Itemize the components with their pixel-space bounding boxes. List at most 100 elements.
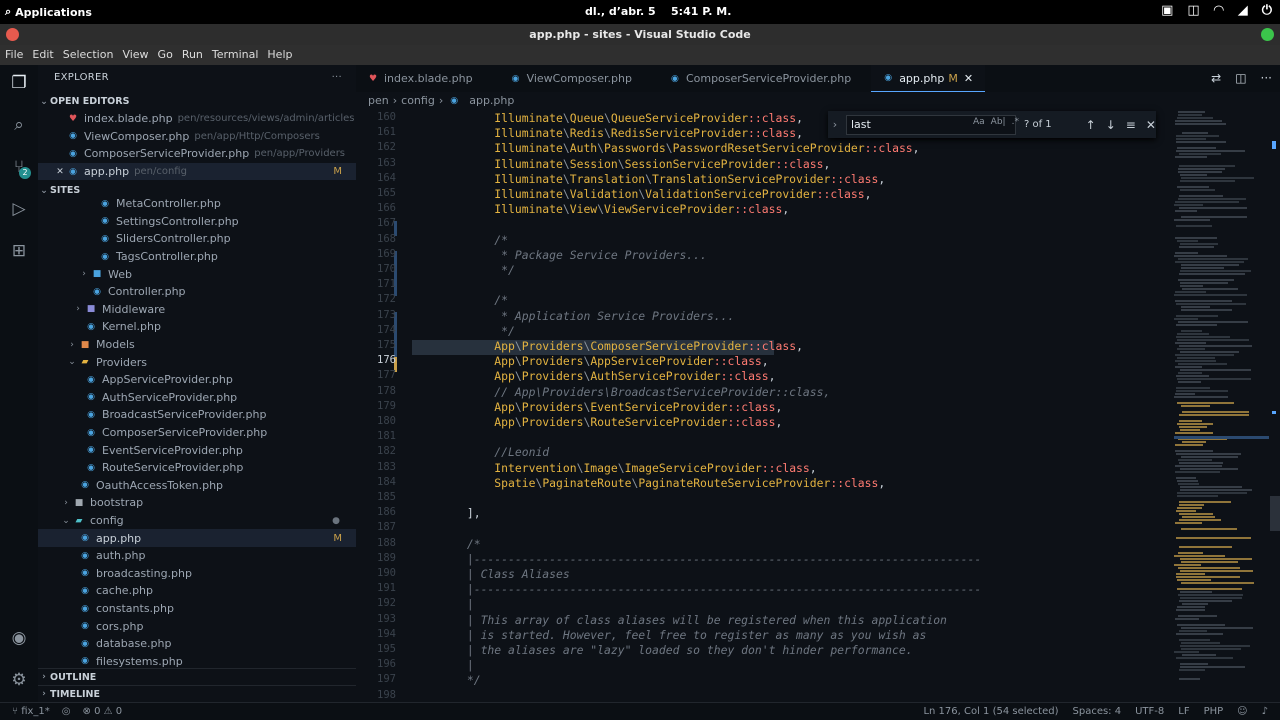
explorer-icon[interactable]: ❐: [9, 73, 29, 93]
tree-folder[interactable]: › ■ bootstrap: [38, 494, 356, 512]
breadcrumb-item[interactable]: app.php: [469, 94, 514, 107]
arrow-down-icon[interactable]: ↓: [1106, 118, 1116, 132]
search-icon[interactable]: ⌕: [9, 115, 29, 135]
cursor-position[interactable]: Ln 176, Col 1 (54 selected): [923, 706, 1058, 717]
tree-item[interactable]: ◉ Controller.php: [38, 283, 356, 301]
tree-item[interactable]: ◉ RouteServiceProvider.php: [38, 459, 356, 477]
window-close-button[interactable]: [6, 28, 19, 41]
open-editors-section[interactable]: ⌄ OPEN EDITORS: [38, 93, 356, 110]
tree-item-label: BroadcastServiceProvider.php: [102, 408, 267, 422]
close-icon[interactable]: ✕: [54, 167, 66, 177]
tab-composer-service-provider[interactable]: ◉ ComposerServiceProvider.php: [644, 65, 863, 92]
close-icon[interactable]: ✕: [964, 72, 973, 85]
code-line: | Class Aliases: [412, 567, 570, 581]
minimap-viewport[interactable]: [1174, 436, 1269, 439]
sync-icon[interactable]: ◎: [62, 706, 71, 717]
open-editor-item[interactable]: ♥ index.blade.php pen/resources/views/ad…: [38, 110, 356, 128]
tree-folder[interactable]: › ■ Middleware: [38, 301, 356, 319]
tree-item[interactable]: ◉ AuthServiceProvider.php: [38, 389, 356, 407]
tab-app-php[interactable]: ◉ app.php M ✕: [871, 65, 986, 92]
tree-item[interactable]: ◉ ComposerServiceProvider.php: [38, 424, 356, 442]
encoding[interactable]: UTF-8: [1135, 706, 1164, 717]
tree-folder[interactable]: ⌄ ▰ config ●: [38, 512, 356, 530]
language-mode[interactable]: PHP: [1204, 706, 1224, 717]
end-of-line[interactable]: LF: [1178, 706, 1189, 717]
run-debug-icon[interactable]: ▷: [9, 199, 29, 219]
minimap-line: [1177, 492, 1247, 494]
tree-item[interactable]: ◉ Kernel.php: [38, 318, 356, 336]
minimap[interactable]: [1174, 111, 1269, 702]
tree-item-active[interactable]: ◉ app.php M: [38, 529, 356, 547]
find-in-selection-icon[interactable]: ≡: [1126, 118, 1136, 132]
tree-item[interactable]: ◉ AppServiceProvider.php: [38, 371, 356, 389]
accounts-icon[interactable]: ◉: [9, 628, 29, 648]
menu-go[interactable]: Go: [158, 45, 178, 65]
notification-icon[interactable]: ◢: [1238, 3, 1248, 18]
open-editor-item[interactable]: ◉ ViewComposer.php pen/app/Http/Composer…: [38, 128, 356, 146]
minimap-line: [1180, 591, 1212, 593]
match-whole-word-icon[interactable]: Ab|: [991, 117, 1006, 127]
workspace-icon[interactable]: ▣: [1161, 3, 1173, 18]
open-changes-icon[interactable]: ⇄: [1211, 71, 1221, 85]
tree-folder[interactable]: ⌄ ▰ Providers: [38, 353, 356, 371]
tree-folder[interactable]: › ■ Models: [38, 336, 356, 354]
tree-folder[interactable]: › ■ Web: [38, 265, 356, 283]
scrollbar-thumb[interactable]: [1270, 496, 1280, 531]
tree-item[interactable]: ◉ BroadcastServiceProvider.php: [38, 406, 356, 424]
match-case-icon[interactable]: Aa: [973, 117, 985, 127]
window-maximize-button[interactable]: [1261, 28, 1274, 41]
more-actions-icon[interactable]: ···: [1261, 71, 1272, 85]
timeline-section[interactable]: › TIMELINE: [38, 685, 356, 702]
menu-help[interactable]: Help: [267, 45, 297, 65]
tree-item[interactable]: ◉ database.php: [38, 635, 356, 653]
menu-view[interactable]: View: [122, 45, 153, 65]
tree-item[interactable]: ◉ MetaController.php: [38, 195, 356, 213]
tab-index-blade[interactable]: ♥ index.blade.php: [356, 65, 485, 92]
chevron-right-icon[interactable]: ›: [828, 118, 842, 131]
menu-terminal[interactable]: Terminal: [212, 45, 264, 65]
explorer-more-icon[interactable]: ···: [332, 65, 342, 91]
open-editor-item[interactable]: ◉ ComposerServiceProvider.php pen/app/Pr…: [38, 145, 356, 163]
accessibility-icon[interactable]: ◫: [1187, 3, 1199, 18]
use-regex-icon[interactable]: .*: [1012, 117, 1019, 127]
open-editor-item-active[interactable]: ✕ ◉ app.php pen/config M: [38, 162, 356, 181]
tree-item[interactable]: ◉ SlidersController.php: [38, 230, 356, 248]
indentation[interactable]: Spaces: 4: [1073, 706, 1122, 717]
line-number: 171: [377, 278, 396, 291]
vertical-scrollbar[interactable]: [1270, 111, 1280, 702]
tab-modified-mark: M: [948, 71, 958, 85]
power-icon[interactable]: ⏻: [1262, 3, 1272, 18]
tree-item[interactable]: ◉ TagsController.php: [38, 248, 356, 266]
breadcrumb-item[interactable]: pen: [368, 94, 389, 107]
branch-indicator[interactable]: ⑂ fix_1*: [12, 706, 50, 717]
manage-gear-icon[interactable]: ⚙: [9, 670, 29, 690]
menu-selection[interactable]: Selection: [63, 45, 119, 65]
menu-run[interactable]: Run: [182, 45, 208, 65]
tab-view-composer[interactable]: ◉ ViewComposer.php: [485, 65, 644, 92]
tree-item[interactable]: ◉ EventServiceProvider.php: [38, 441, 356, 459]
tree-item[interactable]: ◉ cors.php: [38, 617, 356, 635]
menu-file[interactable]: File: [5, 45, 28, 65]
extensions-icon[interactable]: ⊞: [9, 241, 29, 261]
feedback-icon[interactable]: ☺: [1237, 706, 1247, 717]
breadcrumb-item[interactable]: config: [401, 94, 435, 107]
notifications-bell-icon[interactable]: ♪: [1262, 706, 1268, 717]
split-editor-icon[interactable]: ◫: [1235, 71, 1246, 85]
tree-item[interactable]: ◉ constants.php: [38, 600, 356, 618]
tree-item[interactable]: ◉ OauthAccessToken.php: [38, 477, 356, 495]
clock[interactable]: dl., d’abr. 5 5:41 P. M.: [585, 5, 731, 18]
arrow-up-icon[interactable]: ↑: [1086, 118, 1096, 132]
tree-item[interactable]: ◉ cache.php: [38, 582, 356, 600]
tree-item[interactable]: ◉ SettingsController.php: [38, 213, 356, 231]
minimap-line: [1181, 267, 1224, 269]
status-left: ⑂ fix_1* ◎ ⊗ 0 ⚠ 0: [12, 706, 122, 717]
close-icon[interactable]: ✕: [1146, 118, 1156, 132]
tree-item[interactable]: ◉ auth.php: [38, 547, 356, 565]
wifi-icon[interactable]: ◠: [1214, 3, 1224, 18]
tree-item[interactable]: ◉ broadcasting.php: [38, 565, 356, 583]
applications-menu[interactable]: ⌕ Applications: [0, 5, 92, 19]
menu-edit[interactable]: Edit: [32, 45, 58, 65]
outline-section[interactable]: › OUTLINE: [38, 668, 356, 685]
problems-indicator[interactable]: ⊗ 0 ⚠ 0: [83, 706, 123, 717]
minimap-line: [1174, 450, 1213, 452]
